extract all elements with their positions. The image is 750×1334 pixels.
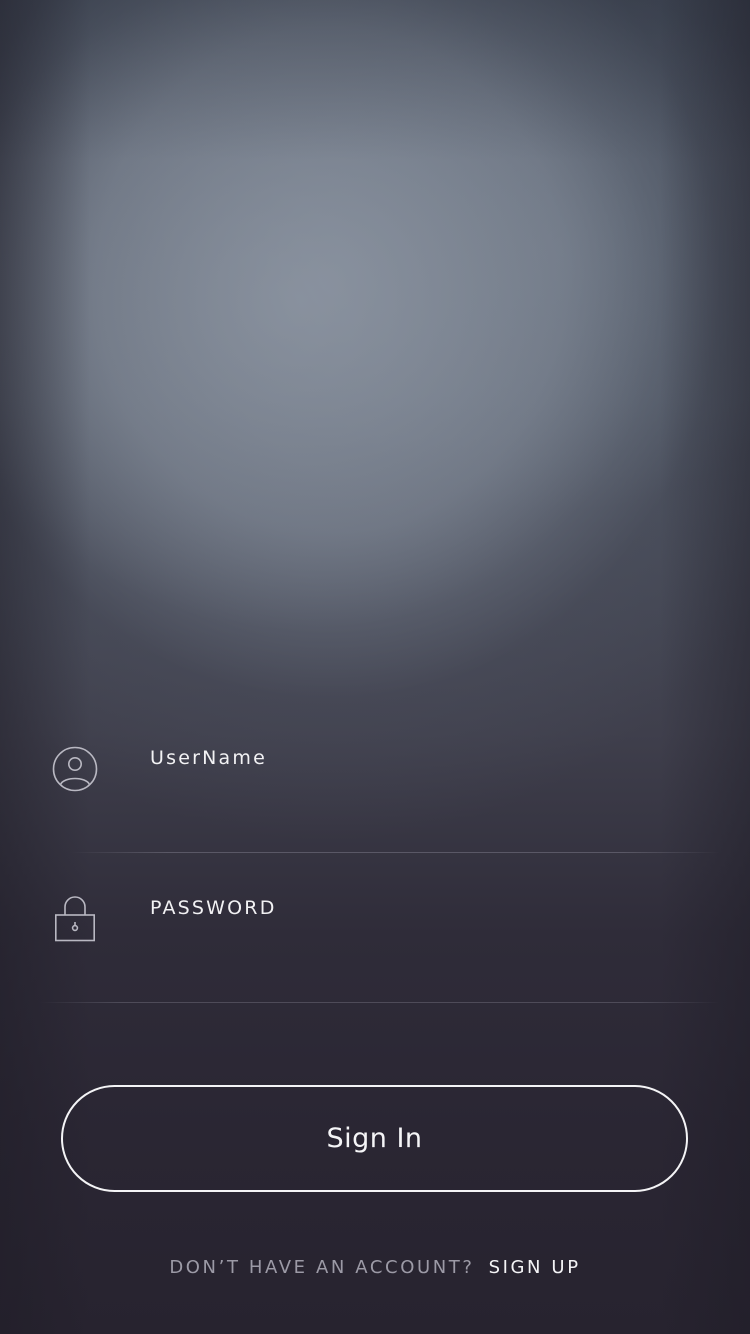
sign-in-label: Sign In [326,1123,423,1154]
password-divider [40,1002,720,1003]
user-icon [52,746,98,792]
sign-up-link[interactable]: SIGN UP [489,1257,581,1278]
username-placeholder[interactable]: UserName [150,747,267,769]
username-field[interactable]: UserName [0,703,750,853]
password-field[interactable]: PASSWORD [0,853,750,1003]
sign-in-button[interactable]: Sign In [61,1085,688,1192]
password-placeholder[interactable]: PASSWORD [150,897,277,919]
signup-prompt: DON’T HAVE AN ACCOUNT? SIGN UP [0,1252,750,1282]
no-account-text: DON’T HAVE AN ACCOUNT? [169,1256,475,1278]
lock-icon [52,895,98,942]
